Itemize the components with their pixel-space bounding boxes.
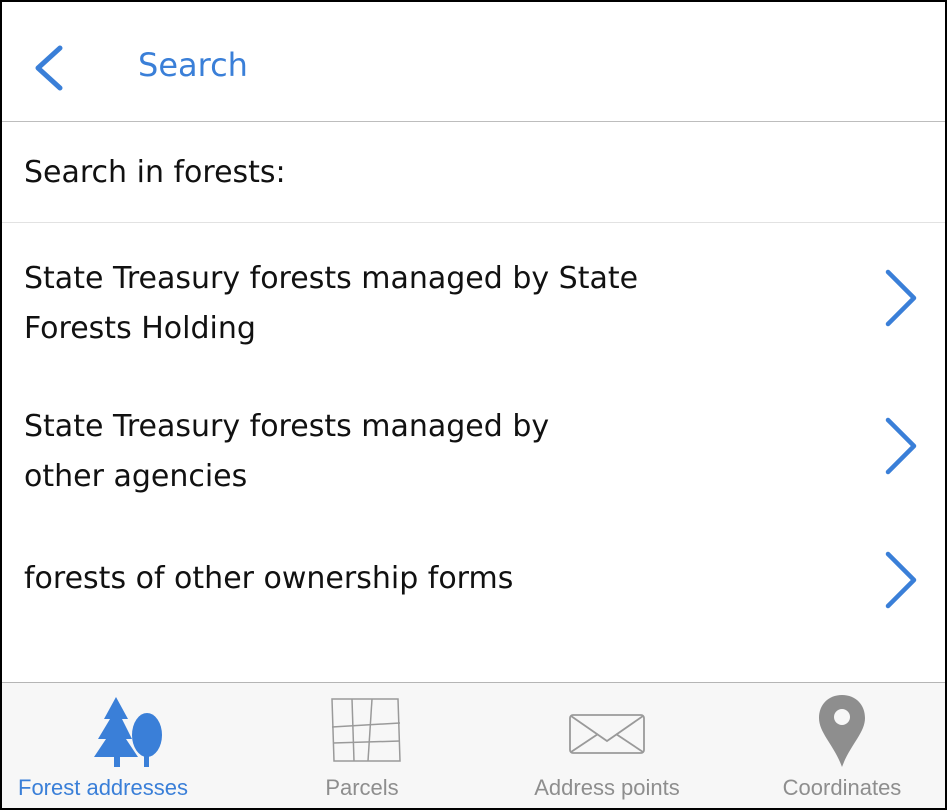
app-frame: Search Search in forests: State Treasury… bbox=[0, 0, 947, 810]
nav-header: Search bbox=[2, 2, 945, 122]
list-item-other-agencies[interactable]: State Treasury forests managed by other … bbox=[2, 382, 945, 512]
tab-forest-addresses[interactable]: Forest addresses bbox=[2, 683, 242, 808]
location-pin-icon bbox=[819, 695, 865, 767]
tab-label: Address points bbox=[534, 775, 680, 800]
tab-label: Forest addresses bbox=[18, 775, 188, 800]
chevron-right-icon bbox=[885, 269, 917, 327]
list-item-label: forests of other ownership forms bbox=[24, 561, 514, 596]
header-title[interactable]: Search bbox=[138, 46, 248, 84]
tab-parcels[interactable]: Parcels bbox=[252, 683, 472, 808]
list-item-other-ownership[interactable]: forests of other ownership forms bbox=[2, 532, 945, 632]
tree-icon bbox=[94, 697, 162, 767]
section-header: Search in forests: bbox=[2, 123, 945, 223]
list-item-label: State Treasury forests managed by State … bbox=[24, 261, 639, 346]
chevron-right-icon bbox=[885, 417, 917, 475]
back-button[interactable] bbox=[24, 42, 74, 94]
tab-coordinates[interactable]: Coordinates bbox=[742, 683, 942, 808]
tab-label: Coordinates bbox=[782, 775, 902, 800]
tab-bar: Forest addresses Parcels Address points bbox=[2, 682, 945, 808]
parcels-grid-icon bbox=[331, 698, 401, 762]
list-item-state-forests-holding[interactable]: State Treasury forests managed by State … bbox=[2, 234, 945, 364]
chevron-right-icon bbox=[885, 551, 917, 609]
list-item-label: State Treasury forests managed by other … bbox=[24, 409, 550, 494]
chevron-left-icon bbox=[35, 45, 63, 91]
tab-label: Parcels bbox=[325, 775, 399, 800]
tab-address-points[interactable]: Address points bbox=[492, 683, 722, 808]
section-label: Search in forests: bbox=[24, 155, 286, 190]
envelope-icon bbox=[569, 714, 645, 754]
